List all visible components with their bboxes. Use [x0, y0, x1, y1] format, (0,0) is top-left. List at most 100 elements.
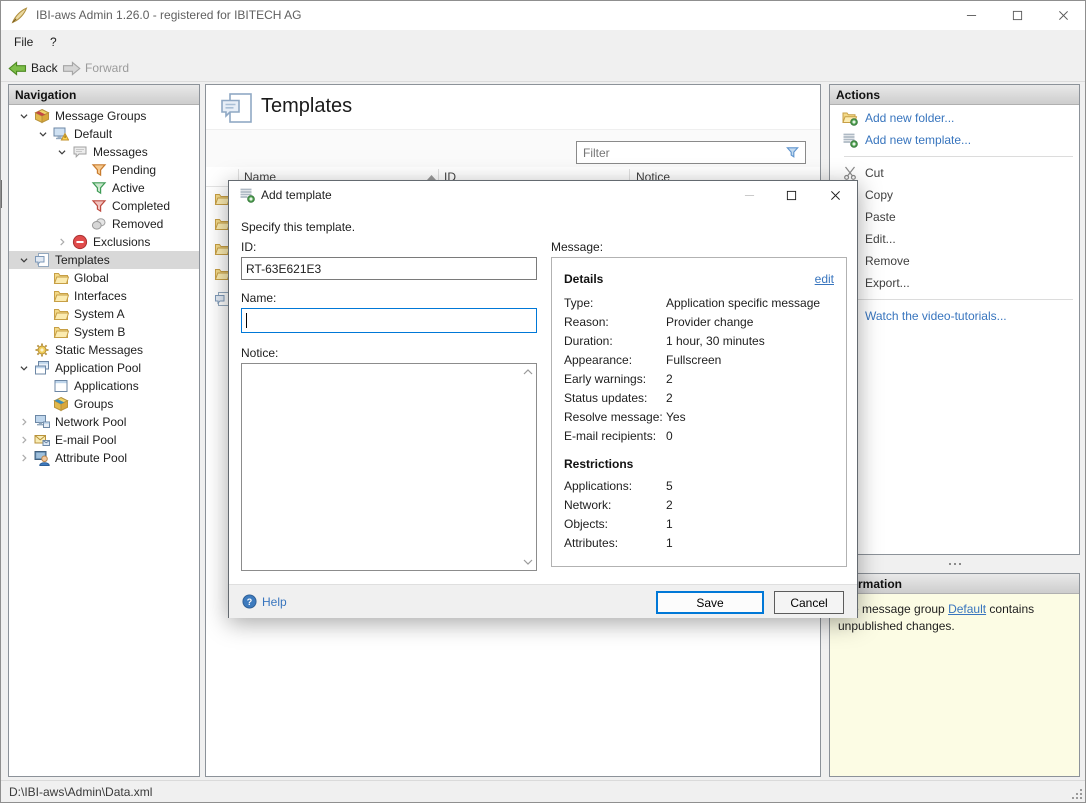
action-watch-the-video-tutorials[interactable]: Watch the video-tutorials...: [830, 305, 1079, 327]
restrictions-heading: Restrictions: [564, 457, 633, 471]
detail-label: Early warnings:: [564, 372, 646, 386]
tree-item-label: System A: [70, 307, 125, 321]
detail-row-early-warnings: Early warnings:2: [564, 372, 840, 391]
chevron-right-icon[interactable]: [17, 415, 34, 429]
text-caret: [246, 313, 247, 328]
detail-label: Duration:: [564, 334, 613, 348]
action-label: Copy: [858, 188, 893, 202]
chevron-spacer: [36, 307, 53, 321]
tree-item-label: Application Pool: [51, 361, 141, 375]
chevron-right-icon[interactable]: [55, 235, 72, 249]
action-cut[interactable]: Cut: [830, 162, 1079, 184]
cancel-button[interactable]: Cancel: [774, 591, 844, 614]
page-title: Templates: [261, 95, 352, 118]
action-remove[interactable]: Remove: [830, 250, 1079, 272]
tree-item-global[interactable]: Global: [9, 269, 199, 287]
tree-item-application-pool[interactable]: Application Pool: [9, 359, 199, 377]
back-button[interactable]: Back: [4, 57, 62, 79]
tree-item-exclusions[interactable]: Exclusions: [9, 233, 199, 251]
nav-scrollbar-thumb[interactable]: [0, 180, 2, 208]
action-label: Cut: [858, 166, 884, 180]
tree-item-completed[interactable]: Completed: [9, 197, 199, 215]
tree-item-network-pool[interactable]: Network Pool: [9, 413, 199, 431]
tree-item-message-groups[interactable]: Message Groups: [9, 107, 199, 125]
tree-item-e-mail-pool[interactable]: E-mail Pool: [9, 431, 199, 449]
detail-row-e-mail-recipients: E-mail recipients:0: [564, 429, 840, 448]
tree-item-interfaces[interactable]: Interfaces: [9, 287, 199, 305]
filter-funnel-icon[interactable]: [785, 145, 800, 160]
chevron-down-icon[interactable]: [17, 253, 34, 267]
forward-button[interactable]: Forward: [58, 57, 133, 79]
edit-link[interactable]: edit: [815, 272, 834, 286]
chevron-down-icon[interactable]: [17, 109, 34, 123]
chevron-down-icon[interactable]: [17, 361, 34, 375]
chevron-down-icon[interactable]: [55, 145, 72, 159]
filter-input[interactable]: [577, 142, 781, 163]
action-label: Paste: [858, 210, 896, 224]
svg-text:?: ?: [247, 597, 252, 607]
menu-help[interactable]: ?: [44, 30, 63, 54]
tree-item-pending[interactable]: Pending: [9, 161, 199, 179]
information-message: The message group Default contains unpub…: [830, 594, 1079, 776]
action-paste[interactable]: Paste: [830, 206, 1079, 228]
detail-label: Appearance:: [564, 353, 632, 367]
id-field[interactable]: [241, 257, 537, 280]
actions-separator: [844, 156, 1073, 157]
help-icon[interactable]: ?: [242, 594, 257, 609]
detail-row-reason: Reason:Provider change: [564, 315, 840, 334]
tree-item-active[interactable]: Active: [9, 179, 199, 197]
tree-item-label: Pending: [108, 163, 156, 177]
detail-row-status-updates: Status updates:2: [564, 391, 840, 410]
resize-grip[interactable]: [1072, 789, 1083, 800]
chevron-right-icon[interactable]: [17, 433, 34, 447]
tree-item-default[interactable]: Default: [9, 125, 199, 143]
tree-item-attribute-pool[interactable]: Attribute Pool: [9, 449, 199, 467]
tree-item-system-a[interactable]: System A: [9, 305, 199, 323]
tree-item-groups[interactable]: Groups: [9, 395, 199, 413]
message-groups-icon: [34, 108, 51, 124]
static-messages-icon: [34, 342, 51, 358]
chevron-down-icon[interactable]: [36, 127, 53, 141]
restriction-label: Network:: [564, 498, 611, 512]
tree-item-messages[interactable]: Messages: [9, 143, 199, 161]
dialog-minimize-button[interactable]: [734, 181, 764, 209]
tree-item-label: Network Pool: [51, 415, 126, 429]
action-label: Watch the video-tutorials...: [858, 309, 1007, 323]
scroll-down-icon[interactable]: [523, 559, 533, 565]
attribute-icon: [34, 450, 51, 466]
panel-splitter[interactable]: [829, 555, 1080, 573]
maximize-button[interactable]: [994, 0, 1040, 30]
minimize-button[interactable]: [948, 0, 994, 30]
detail-value: 1 hour, 30 minutes: [666, 334, 765, 348]
menu-file[interactable]: File: [8, 30, 39, 54]
action-add-new-folder[interactable]: Add new folder...: [830, 107, 1079, 129]
scroll-up-icon[interactable]: [523, 369, 533, 375]
tree-item-applications[interactable]: Applications: [9, 377, 199, 395]
tree-item-static-messages[interactable]: Static Messages: [9, 341, 199, 359]
restriction-row-objects: Objects:1: [564, 517, 840, 536]
chevron-right-icon[interactable]: [17, 451, 34, 465]
help-link[interactable]: Help: [262, 595, 287, 609]
tree-item-templates[interactable]: Templates: [9, 251, 199, 269]
name-field[interactable]: [241, 308, 537, 333]
action-label: Add new folder...: [858, 111, 954, 125]
save-button[interactable]: Save: [656, 591, 764, 614]
action-edit[interactable]: Edit...: [830, 228, 1079, 250]
filter-box: [576, 141, 806, 164]
dialog-maximize-button[interactable]: [776, 181, 806, 209]
title-bar: IBI-aws Admin 1.26.0 - registered for IB…: [0, 0, 1086, 30]
dialog-close-button[interactable]: [820, 181, 850, 209]
notice-field[interactable]: [241, 363, 537, 571]
default-group-link[interactable]: Default: [948, 602, 986, 616]
detail-row-duration: Duration: 1 hour, 30 minutes: [564, 334, 840, 353]
close-button[interactable]: [1040, 0, 1086, 30]
action-export[interactable]: Export...: [830, 272, 1079, 294]
action-copy[interactable]: Copy: [830, 184, 1079, 206]
back-arrow-icon: [8, 61, 27, 76]
folder-icon: [53, 270, 70, 286]
tree-item-system-b[interactable]: System B: [9, 323, 199, 341]
action-add-new-template[interactable]: Add new template...: [830, 129, 1079, 151]
chevron-spacer: [74, 181, 91, 195]
chevron-spacer: [74, 217, 91, 231]
tree-item-removed[interactable]: Removed: [9, 215, 199, 233]
